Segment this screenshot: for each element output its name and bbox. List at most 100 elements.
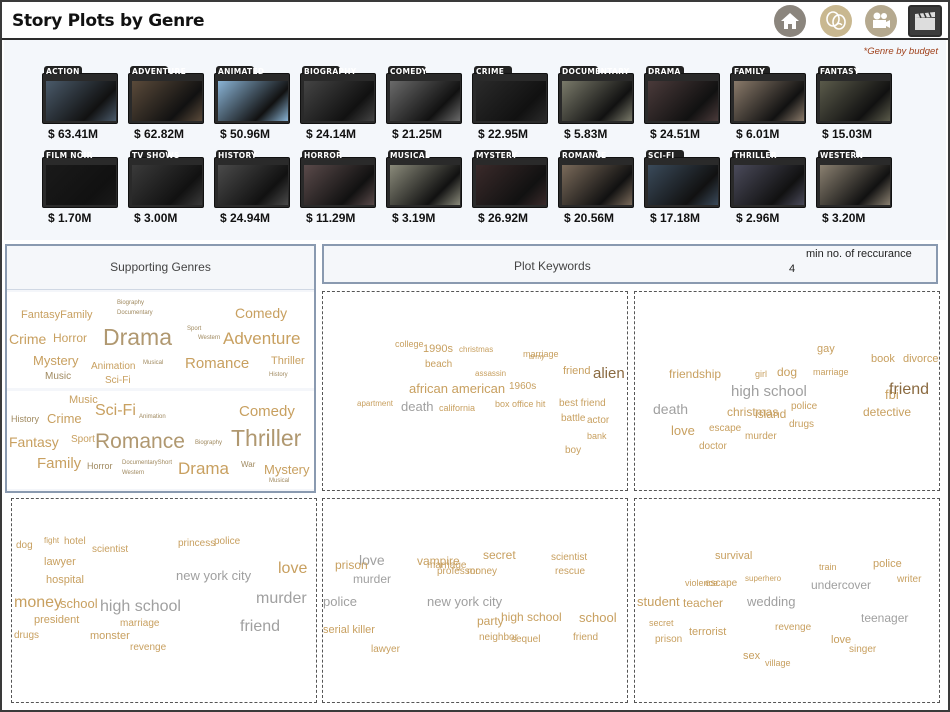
cloud-word[interactable]: death [653,402,688,416]
cloud-word[interactable]: book [871,354,895,365]
cloud-word[interactable]: Mystery [264,463,310,476]
cloud-word[interactable]: train [819,563,837,572]
cloud-word[interactable]: Sport [187,326,201,332]
cloud-word[interactable]: violence [685,579,718,588]
cloud-word[interactable]: neighbor [479,633,518,643]
cloud-word[interactable]: police [214,537,240,547]
genre-tile-western[interactable]: WESTERN $ 3.20M [816,150,892,230]
cloud-word[interactable]: Crime [47,412,82,425]
cloud-word[interactable]: Adventure [223,330,301,347]
cloud-word[interactable]: friend [563,366,591,377]
cloud-word[interactable]: gay [817,344,835,355]
cloud-word[interactable]: DocumentaryShort [122,460,172,466]
cloud-word[interactable]: dog [777,366,797,378]
cloud-word[interactable]: wedding [747,595,795,608]
cloud-word[interactable]: college [395,340,424,349]
cloud-word[interactable]: Romance [185,356,249,371]
cloud-word[interactable]: princess [178,539,215,549]
cloud-word[interactable]: high school [731,384,807,399]
cloud-word[interactable]: murder [745,432,777,442]
cloud-word[interactable]: president [34,615,79,626]
cloud-word[interactable]: hospital [46,575,84,586]
cloud-word[interactable]: divorce [903,354,938,365]
cloud-word[interactable]: Documentary [117,310,153,316]
cloud-word[interactable]: school [579,611,617,624]
cloud-word[interactable]: Sport [71,435,95,445]
cloud-word[interactable]: writer [897,575,921,585]
cloud-word[interactable]: secret [649,619,674,628]
cloud-word[interactable]: serial killer [323,625,375,636]
cloud-word[interactable]: teenager [861,612,908,624]
cloud-word[interactable]: Crime [9,332,46,346]
cloud-word[interactable]: sex [743,651,760,662]
cloud-word[interactable]: Western [198,335,220,341]
cloud-word[interactable]: Biography [117,300,144,306]
cloud-word[interactable]: History [269,372,288,378]
cloud-word[interactable]: police [791,402,817,412]
movie-camera-icon[interactable] [865,5,897,37]
cloud-word[interactable]: survival [715,551,752,562]
genre-tile-drama[interactable]: DRAMA $ 24.51M [644,66,720,146]
cloud-word[interactable]: battle [561,414,585,424]
cloud-word[interactable]: terrorist [689,627,726,638]
cloud-word[interactable]: murder [353,573,391,585]
cloud-word[interactable]: money [14,595,62,611]
cloud-word[interactable]: party [477,615,504,627]
cloud-word[interactable]: Western [122,470,144,476]
cloud-word[interactable]: police [323,595,357,608]
genre-tile-sci-fi[interactable]: SCI-FI $ 17.18M [644,150,720,230]
cloud-word[interactable]: box office hit [495,400,545,409]
cloud-word[interactable]: Musical [269,478,289,484]
cloud-word[interactable]: murder [256,591,307,607]
cloud-word[interactable]: Musical [143,360,163,366]
cloud-word[interactable]: friend [573,633,598,643]
cloud-word[interactable]: christmas [459,346,493,354]
cloud-word[interactable]: new york city [427,595,502,608]
cloud-word[interactable]: new york city [176,569,251,582]
cloud-word[interactable]: friend [240,619,280,635]
cloud-word[interactable]: prison [335,559,368,571]
cloud-word[interactable]: FantasyFamily [21,310,93,321]
cloud-word[interactable]: monster [90,631,130,642]
cloud-word[interactable]: Thriller [231,427,301,450]
cloud-word[interactable]: Fantasy [9,435,59,449]
cloud-word[interactable]: island [755,408,786,420]
clapperboard-icon[interactable] [908,5,942,37]
genre-tile-film-noir[interactable]: FILM NOIR $ 1.70M [42,150,118,230]
genre-tile-biography[interactable]: BIOGRAPHY $ 24.14M [300,66,376,146]
cloud-word[interactable]: doctor [699,442,727,452]
cloud-word[interactable]: boy [565,446,581,456]
cloud-word[interactable]: Horror [87,462,113,471]
cloud-word[interactable]: bank [587,432,607,441]
cloud-word[interactable]: village [765,659,791,668]
cloud-word[interactable]: Music [69,395,98,406]
cloud-word[interactable]: Horror [53,332,87,344]
cloud-word[interactable]: secret [483,549,516,561]
cloud-word[interactable]: dog [16,541,33,551]
cloud-word[interactable]: detective [863,406,911,418]
cloud-word[interactable]: love [278,561,307,577]
cloud-word[interactable]: revenge [130,643,166,653]
genre-tile-thriller[interactable]: THRILLER $ 2.96M [730,150,806,230]
cloud-word[interactable]: undercover [811,579,871,591]
cloud-word[interactable]: african american [409,382,505,395]
cloud-word[interactable]: scientist [551,553,587,563]
genre-tile-family[interactable]: FAMILY $ 6.01M [730,66,806,146]
cloud-word[interactable]: money [467,567,497,577]
cloud-word[interactable]: Drama [178,460,229,477]
cloud-word[interactable]: Mystery [33,354,79,367]
cloud-word[interactable]: Sci-Fi [95,403,136,419]
home-icon[interactable] [774,5,806,37]
cloud-word[interactable]: drugs [14,631,39,641]
cloud-word[interactable]: love [671,424,695,437]
genre-tile-action[interactable]: ACTION $ 63.41M [42,66,118,146]
cloud-word[interactable]: best friend [559,399,606,409]
cloud-word[interactable]: Comedy [235,306,287,320]
cloud-word[interactable]: teacher [683,597,723,609]
cloud-word[interactable]: Music [45,372,71,382]
genre-tile-musical[interactable]: MUSICAL $ 3.19M [386,150,462,230]
cloud-word[interactable]: superhero [745,575,781,583]
genre-tile-adventure[interactable]: ADVENTURE $ 62.82M [128,66,204,146]
cloud-word[interactable]: apartment [357,400,393,408]
cloud-word[interactable]: History [11,415,39,424]
